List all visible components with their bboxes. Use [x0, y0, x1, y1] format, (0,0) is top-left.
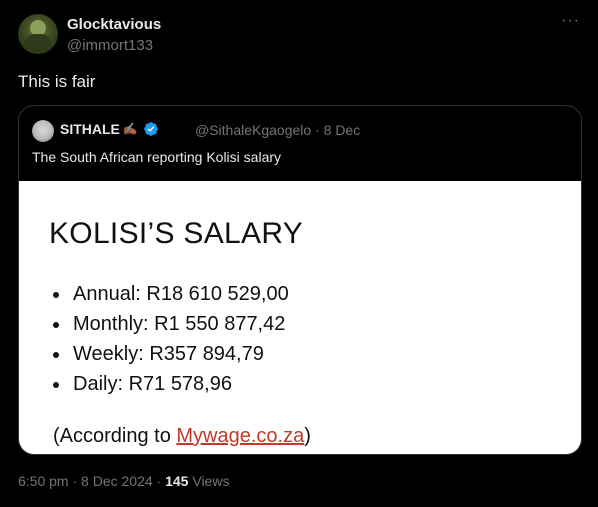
views-count: 145 [165, 473, 189, 489]
image-source-note: (According to Mywage.co.za) [53, 425, 311, 448]
author-name[interactable]: Glocktavious [67, 16, 161, 33]
source-link: Mywage.co.za [176, 425, 305, 447]
post-time[interactable]: 6:50 pm [18, 473, 69, 489]
avatar-figure-body [25, 34, 51, 54]
quoted-author-name-row[interactable]: SITHALE ✍🏾 [60, 121, 159, 137]
source-prefix: (According to [53, 425, 177, 447]
views-label: Views [192, 473, 230, 489]
quoted-media-image[interactable]: KOLISI’S SALARY Annual: R18 610 529,00 M… [19, 181, 581, 454]
salary-item-monthly: Monthly: R1 550 877,42 [49, 309, 289, 339]
quoted-meta: @SithaleKgaogelo · 8 Dec [195, 122, 360, 138]
quoted-author-name[interactable]: SITHALE [60, 121, 120, 137]
quoted-tweet-text: The South African reporting Kolisi salar… [32, 149, 282, 165]
author-handle[interactable]: @immort133 [67, 37, 153, 54]
tweet-footer: 6:50 pm · 8 Dec 2024 · 145 Views [18, 473, 229, 489]
more-options-icon[interactable]: ··· [561, 12, 580, 30]
author-avatar[interactable] [18, 14, 58, 54]
salary-item-annual: Annual: R18 610 529,00 [49, 279, 289, 309]
tweet-text: This is fair [18, 72, 96, 91]
footer-separator: · [156, 473, 162, 489]
footer-separator: · [72, 473, 78, 489]
quoted-meta-separator: · [315, 122, 320, 138]
image-title: KOLISI’S SALARY [49, 217, 304, 250]
post-date[interactable]: 8 Dec 2024 [81, 473, 153, 489]
quoted-author-handle[interactable]: @SithaleKgaogelo [195, 122, 311, 138]
quoted-tweet-card[interactable]: SITHALE ✍🏾 @SithaleKgaogelo · 8 Dec The … [18, 105, 582, 455]
writing-hand-emoji-icon: ✍🏾 [122, 122, 138, 136]
source-suffix: ) [304, 425, 311, 447]
salary-item-daily: Daily: R71 578,96 [49, 369, 289, 399]
salary-list: Annual: R18 610 529,00 Monthly: R1 550 8… [49, 279, 289, 399]
quoted-date[interactable]: 8 Dec [324, 122, 361, 138]
salary-item-weekly: Weekly: R357 894,79 [49, 339, 289, 369]
quoted-author-avatar[interactable] [32, 120, 54, 142]
verified-badge-icon [144, 122, 158, 136]
